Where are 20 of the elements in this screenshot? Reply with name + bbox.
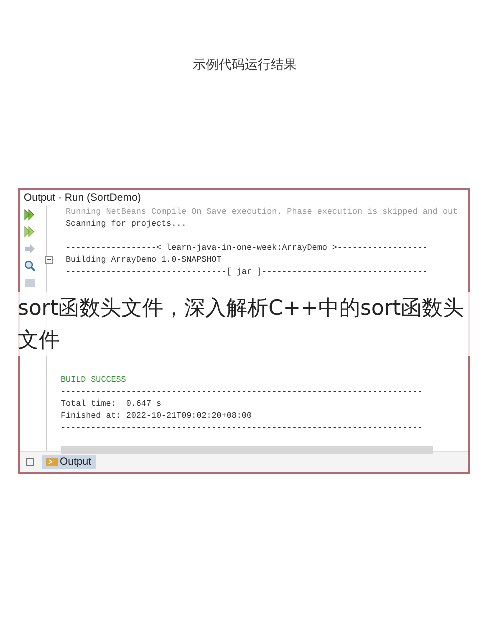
rerun-icon[interactable] (24, 226, 36, 238)
output-line: BUILD SUCCESS (61, 375, 126, 385)
rerun-icon[interactable] (24, 209, 36, 221)
caption-text: 示例代码运行结果 (193, 57, 297, 74)
output-line: Running NetBeans Compile On Save execution. Phase execution is skipped and out (66, 207, 458, 217)
scrollbar[interactable] (61, 446, 433, 454)
output-tab[interactable]: Output (42, 455, 96, 469)
console-icon (46, 457, 58, 467)
restore-icon[interactable] (26, 458, 34, 466)
output-line: ------------------------------------------------------------------------ (61, 423, 423, 433)
output-line: Finished at: 2022-10-21T09:02:20+08:00 (61, 411, 252, 421)
panel-title: Output - Run (SortDemo) (23, 191, 142, 206)
magnifier-icon[interactable] (24, 260, 36, 272)
output-line: --------------------------------[ jar ]--------------------------------- (66, 267, 428, 277)
output-line: ------------------------------------------------------------------------ (61, 387, 423, 397)
output-line: Total time: 0.647 s (61, 399, 162, 409)
output-line: Scanning for projects... (66, 219, 187, 229)
output-line: Building ArrayDemo 1.0-SNAPSHOT (66, 255, 222, 265)
collapse-icon[interactable] (45, 256, 53, 264)
output-line: ------------------< learn-java-in-one-week:ArrayDemo >------------------ (66, 243, 428, 253)
